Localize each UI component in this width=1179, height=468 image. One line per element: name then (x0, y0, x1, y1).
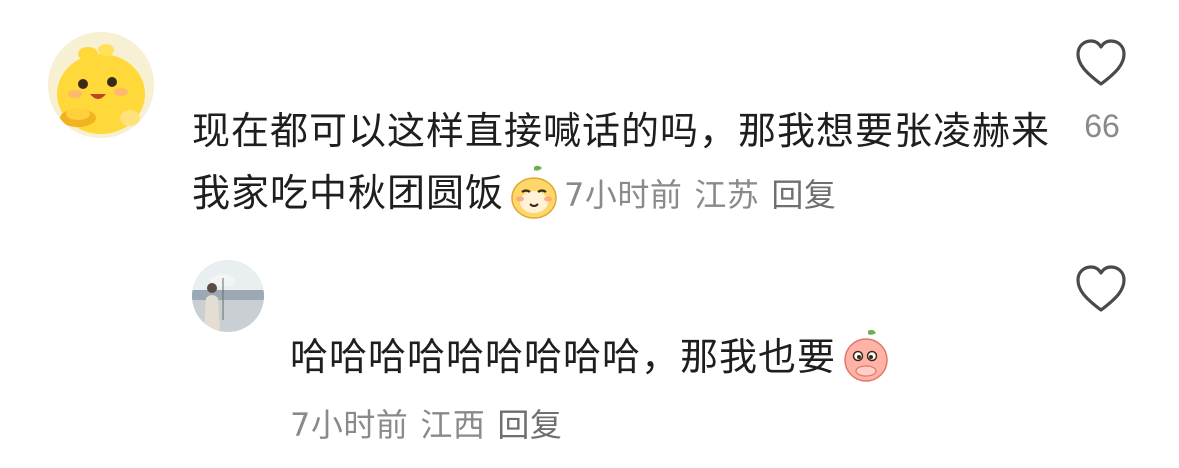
heart-outline-icon (1076, 39, 1126, 86)
comment1-time: 7小时前 (564, 176, 683, 214)
comment1-reply-button[interactable]: 回复 (771, 176, 836, 214)
comment2-text: 哈哈哈哈哈哈哈哈哈，那我也要 (290, 335, 837, 379)
comment2-like-button[interactable] (1073, 262, 1129, 318)
comment1-location: 江苏 (694, 176, 760, 214)
comment1-meta: 7小时前 江苏 回复 (564, 176, 836, 214)
comment1-body: 现在都可以这样直接喊话的吗，那我想要张凌赫来我家吃中秋团圆饭 7小时前 江苏 回复 (192, 100, 1072, 226)
comment1-like-button[interactable] (1073, 36, 1129, 92)
avatar-user2[interactable] (192, 260, 264, 332)
comment2-meta: 7小时前 江西 回复 (290, 400, 562, 446)
comment1-like-count: 66 (1084, 108, 1120, 144)
comment2-location: 江西 (420, 406, 486, 444)
heart-outline-icon (1076, 265, 1126, 312)
comment2-body: 哈哈哈哈哈哈哈哈哈，那我也要 (290, 328, 1050, 385)
pear-blush-emoji-icon (506, 164, 562, 220)
avatar-chick-image (48, 32, 154, 138)
peach-shy-emoji-icon (838, 328, 894, 384)
avatar-beach-photo (192, 260, 264, 332)
comment2-time: 7小时前 (290, 406, 409, 444)
avatar-user1[interactable] (48, 32, 154, 138)
comment2-reply-button[interactable]: 回复 (497, 406, 562, 444)
